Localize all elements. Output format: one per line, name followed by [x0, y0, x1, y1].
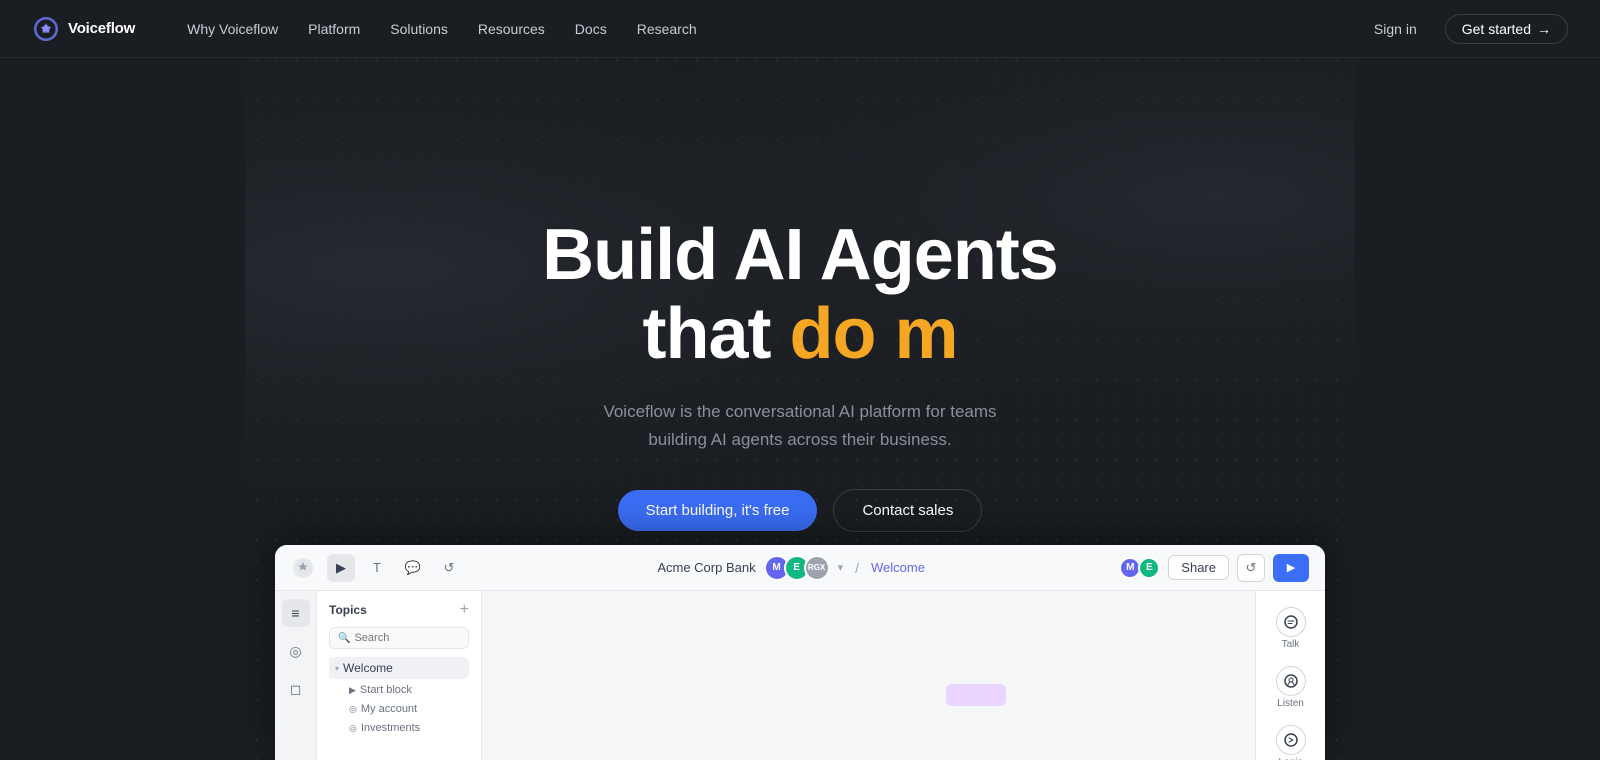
arrow-icon: → [1537, 21, 1551, 37]
start-block-icon: ▶ [349, 685, 356, 696]
investments-icon: ◎ [349, 723, 357, 734]
topics-search-input[interactable] [354, 632, 460, 644]
navbar-nav: Why Voiceflow Platform Solutions Resourc… [175, 15, 1362, 43]
topics-header: Topics + [329, 601, 469, 619]
sign-in-button[interactable]: Sign in [1362, 15, 1429, 43]
side-bar-left [0, 58, 245, 760]
investments-label: Investments [361, 722, 420, 734]
chevron-icon: ▾ [335, 664, 339, 673]
topic-welcome-label: Welcome [343, 661, 393, 675]
blocks-panel: Talk Listen Logic [1255, 591, 1325, 760]
start-block-label: Start block [360, 684, 412, 696]
block-logic[interactable]: Logic [1262, 719, 1320, 760]
hero-content: Build AI Agents that do m Voiceflow is t… [245, 116, 1355, 760]
topics-title: Topics [329, 603, 367, 617]
start-building-button[interactable]: Start building, it's free [618, 490, 818, 531]
breadcrumb-page[interactable]: Welcome [871, 560, 925, 575]
contact-sales-button[interactable]: Contact sales [833, 489, 982, 532]
avatar-r: RGX [804, 555, 830, 581]
app-body: ≡ ◎ ◻ Topics + 🔍 ▾ Welc [275, 591, 1325, 760]
voiceflow-logo-icon [32, 15, 60, 43]
hero-buttons: Start building, it's free Contact sales [618, 489, 983, 532]
navbar: Voiceflow Why Voiceflow Platform Solutio… [0, 0, 1600, 58]
hero-title-line2: that do m [542, 295, 1058, 374]
share-button[interactable]: Share [1168, 555, 1229, 580]
hero-text-block: Build AI Agents that do m Voiceflow is t… [245, 216, 1355, 592]
hero-title: Build AI Agents that do m [542, 216, 1058, 374]
logo-text: Voiceflow [68, 20, 135, 37]
talk-label: Talk [1282, 639, 1300, 650]
nav-solutions[interactable]: Solutions [378, 15, 460, 43]
nav-resources[interactable]: Resources [466, 15, 557, 43]
sidebar-settings-icon[interactable]: ◎ [282, 637, 310, 665]
topic-start-block[interactable]: ▶ Start block [329, 681, 469, 699]
block-listen[interactable]: Listen [1262, 660, 1320, 715]
topics-search[interactable]: 🔍 [329, 627, 469, 649]
toolbar-refresh-button[interactable]: ↺ [1237, 554, 1265, 582]
chat-tool-button[interactable]: 💬 [399, 554, 427, 582]
collab-avatar-e: E [1138, 557, 1160, 579]
logo[interactable]: Voiceflow [32, 15, 135, 43]
canvas-area[interactable] [482, 591, 1255, 760]
logic-icon [1276, 725, 1306, 755]
account-label: My account [361, 703, 417, 715]
toolbar-tools: ▶ T 💬 ↺ [327, 554, 463, 582]
toolbar-play-button[interactable]: ▶ [1273, 554, 1309, 582]
topic-welcome[interactable]: ▾ Welcome [329, 657, 469, 679]
topic-my-account[interactable]: ◎ My account [329, 700, 469, 718]
project-name: Acme Corp Bank [657, 560, 755, 575]
refresh-tool-button[interactable]: ↺ [435, 554, 463, 582]
canvas-node [946, 684, 1006, 706]
hero-title-orange: do m [790, 294, 958, 374]
app-sidebar: ≡ ◎ ◻ [275, 591, 317, 760]
get-started-button[interactable]: Get started → [1445, 14, 1568, 44]
play-tool-button[interactable]: ▶ [327, 554, 355, 582]
listen-icon [1276, 666, 1306, 696]
topic-investments[interactable]: ◎ Investments [329, 719, 469, 737]
text-tool-button[interactable]: T [363, 554, 391, 582]
toolbar-right: M E Share ↺ ▶ [1119, 554, 1309, 582]
topics-panel: Topics + 🔍 ▾ Welcome ▶ Start block [317, 591, 482, 760]
sidebar-layers-icon[interactable]: ≡ [282, 599, 310, 627]
avatar-group: M E RGX [764, 555, 830, 581]
search-icon: 🔍 [338, 633, 350, 644]
app-toolbar: ▶ T 💬 ↺ Acme Corp Bank M E RGX ▾ / Welco… [275, 545, 1325, 591]
account-icon: ◎ [349, 704, 357, 715]
hero-subtitle: Voiceflow is the conversational AI platf… [603, 398, 996, 452]
talk-icon [1276, 607, 1306, 637]
hero-title-white: that [643, 294, 790, 374]
sidebar-chat-icon[interactable]: ◻ [282, 675, 310, 703]
listen-label: Listen [1277, 698, 1304, 709]
breadcrumb-sep: / [855, 560, 859, 576]
nav-why-voiceflow[interactable]: Why Voiceflow [175, 15, 290, 43]
navbar-actions: Sign in Get started → [1362, 14, 1568, 44]
nav-platform[interactable]: Platform [296, 15, 372, 43]
topics-add-button[interactable]: + [460, 601, 469, 619]
dropdown-icon[interactable]: ▾ [838, 561, 844, 574]
toolbar-center: Acme Corp Bank M E RGX ▾ / Welcome [475, 555, 1107, 581]
hero-title-line1: Build AI Agents [542, 216, 1058, 295]
nav-docs[interactable]: Docs [563, 15, 619, 43]
nav-research[interactable]: Research [625, 15, 709, 43]
app-preview: ▶ T 💬 ↺ Acme Corp Bank M E RGX ▾ / Welco… [275, 545, 1325, 760]
app-logo-icon [291, 556, 315, 580]
side-bar-right [1355, 58, 1600, 760]
block-talk[interactable]: Talk [1262, 601, 1320, 656]
